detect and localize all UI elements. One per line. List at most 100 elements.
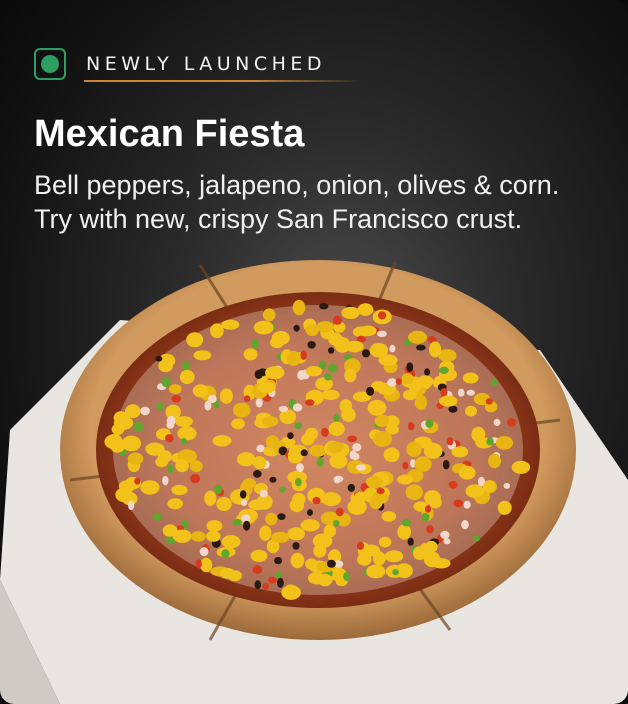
- topping-piece: [193, 350, 212, 361]
- topping-piece: [429, 496, 442, 509]
- topping-piece: [300, 350, 308, 360]
- topping-piece: [219, 388, 233, 404]
- topping-piece: [465, 405, 477, 417]
- badge-underline: [84, 80, 364, 82]
- topping-piece: [381, 511, 397, 522]
- topping-piece: [253, 320, 274, 335]
- description-line-2: Try with new, crispy San Francisco crust…: [34, 204, 523, 234]
- newly-launched-badge: NEWLY LAUNCHED: [34, 48, 326, 80]
- topping-piece: [158, 359, 173, 373]
- topping-piece: [443, 538, 451, 545]
- topping-piece: [265, 366, 285, 380]
- topping-piece: [453, 499, 464, 508]
- topping-piece: [466, 389, 475, 396]
- topping-piece: [166, 415, 176, 426]
- product-title: Mexican Fiesta: [34, 113, 305, 155]
- topping-piece: [127, 452, 144, 465]
- topping-piece: [327, 363, 338, 373]
- topping-piece: [121, 435, 142, 452]
- topping-piece: [269, 337, 285, 349]
- topping-piece: [376, 488, 385, 495]
- topping-piece: [446, 437, 454, 446]
- topping-piece: [493, 418, 501, 427]
- topping-piece: [327, 441, 344, 453]
- topping-piece: [366, 564, 386, 579]
- topping-piece: [292, 299, 306, 316]
- topping-piece: [316, 321, 334, 333]
- topping-piece: [140, 480, 160, 495]
- product-card[interactable]: NEWLY LAUNCHED Mexican Fiesta Bell peppe…: [0, 0, 628, 704]
- topping-piece: [289, 498, 305, 513]
- topping-piece: [192, 384, 209, 398]
- topping-piece: [165, 434, 174, 443]
- topping-piece: [206, 530, 221, 542]
- topping-piece: [383, 447, 400, 463]
- topping-piece: [429, 341, 442, 358]
- topping-piece: [312, 496, 321, 505]
- topping-piece: [424, 368, 431, 376]
- topping-piece: [362, 544, 380, 557]
- topping-piece: [372, 431, 393, 447]
- topping-piece: [439, 366, 449, 374]
- topping-piece: [286, 350, 301, 366]
- topping-piece: [356, 464, 366, 471]
- topping-piece: [463, 500, 471, 509]
- topping-piece: [262, 582, 269, 590]
- topping-piece: [262, 308, 276, 322]
- topping-piece: [167, 498, 183, 510]
- topping-piece: [294, 422, 303, 430]
- topping-piece: [208, 394, 217, 404]
- topping-piece: [448, 405, 458, 413]
- topping-piece: [168, 384, 182, 395]
- topping-piece: [316, 457, 324, 467]
- topping-piece: [128, 500, 135, 511]
- topping-piece: [406, 362, 414, 372]
- topping-piece: [378, 354, 398, 366]
- topping-piece: [344, 368, 357, 383]
- topping-piece: [351, 452, 360, 461]
- topping-piece: [190, 531, 206, 542]
- topping-piece: [261, 416, 279, 427]
- topping-piece: [384, 550, 404, 563]
- topping-piece: [395, 378, 402, 385]
- topping-piece: [287, 432, 294, 440]
- topping-piece: [359, 325, 377, 337]
- topping-piece: [214, 484, 223, 495]
- topping-piece: [341, 306, 360, 319]
- topping-piece: [171, 395, 181, 403]
- topping-piece: [239, 490, 247, 499]
- topping-piece: [327, 347, 335, 354]
- topping-piece: [171, 484, 188, 496]
- topping-piece: [278, 406, 289, 412]
- topping-piece: [295, 477, 302, 487]
- topping-piece: [265, 435, 280, 449]
- topping-piece: [328, 421, 345, 436]
- topping-piece: [491, 378, 498, 387]
- topping-piece: [341, 407, 356, 422]
- topping-piece: [233, 402, 251, 418]
- topping-piece: [293, 324, 300, 332]
- topping-piece: [486, 437, 494, 446]
- topping-piece: [279, 486, 286, 493]
- topping-piece: [277, 577, 284, 588]
- topping-piece: [483, 480, 496, 493]
- topping-piece: [387, 378, 397, 387]
- topping-piece: [312, 533, 333, 549]
- topping-piece: [347, 483, 355, 492]
- topping-piece: [221, 535, 241, 549]
- topping-piece: [421, 513, 430, 522]
- topping-piece: [401, 519, 412, 527]
- topping-piece: [252, 456, 267, 470]
- topping-piece: [271, 531, 290, 543]
- topping-piece: [292, 542, 300, 550]
- topping-piece: [335, 507, 344, 517]
- topping-piece: [485, 398, 493, 405]
- topping-piece: [161, 377, 171, 388]
- topping-piece: [251, 339, 259, 349]
- topping-piece: [258, 382, 276, 394]
- topping-piece: [473, 535, 481, 542]
- topping-piece: [292, 403, 303, 412]
- topping-piece: [190, 474, 201, 484]
- topping-piece: [397, 474, 414, 485]
- topping-piece: [162, 475, 169, 486]
